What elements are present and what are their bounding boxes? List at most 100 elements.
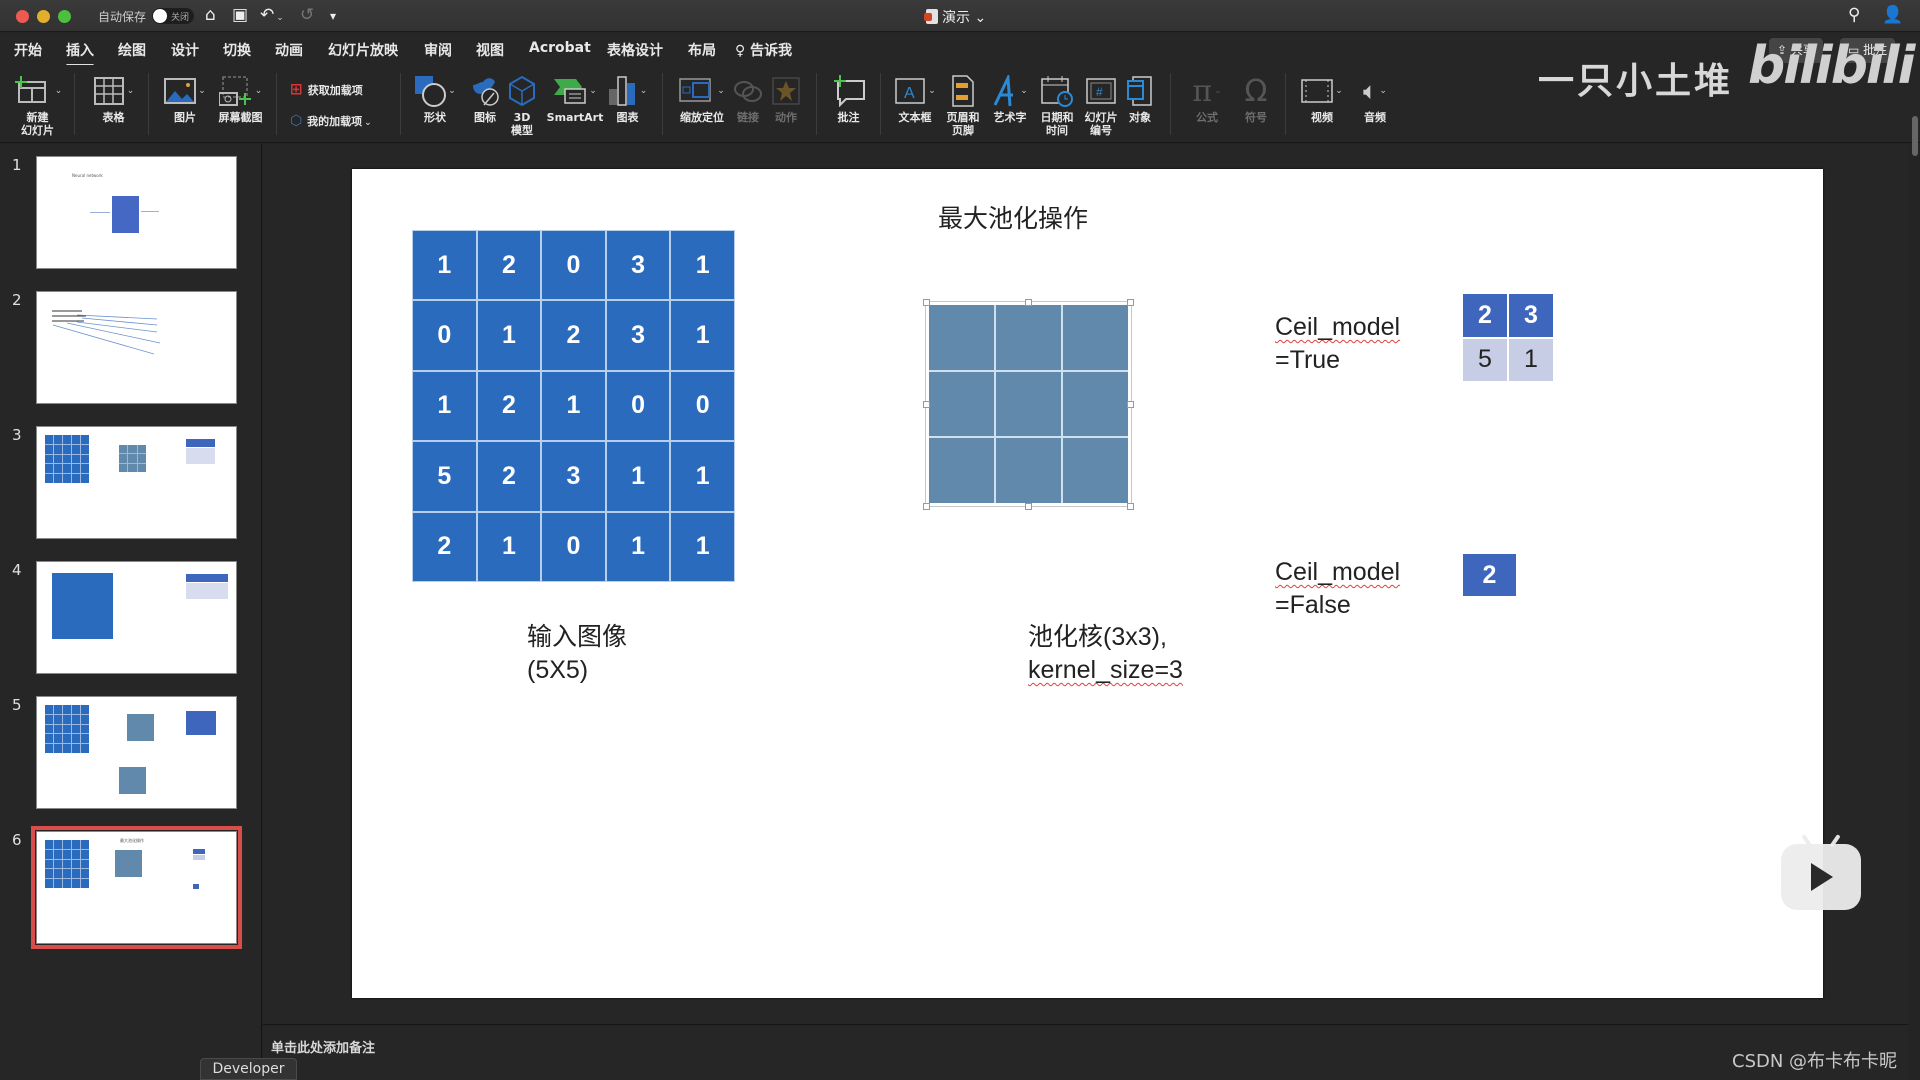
- input-image-caption[interactable]: 输入图像 (5X5): [527, 621, 627, 687]
- input-grid-cell[interactable]: 3: [606, 301, 670, 370]
- screenshot-button[interactable]: ⌄ 屏幕截图: [213, 71, 268, 124]
- object-button[interactable]: 对象: [1122, 71, 1158, 124]
- notes-pane[interactable]: 单击此处添加备注: [263, 1024, 1908, 1080]
- input-grid-cell[interactable]: 1: [413, 371, 476, 441]
- resize-handle[interactable]: [1025, 299, 1032, 306]
- search-icon[interactable]: ⚲: [1848, 5, 1860, 25]
- ceil-true-caption[interactable]: Ceil_model =True: [1275, 311, 1400, 377]
- tab-draw[interactable]: 绘图: [118, 40, 146, 60]
- input-grid-cell[interactable]: 0: [413, 301, 476, 370]
- slide-thumbnail[interactable]: [36, 426, 237, 539]
- table-button[interactable]: ⌄ 表格: [86, 71, 141, 124]
- slide-title[interactable]: 最大池化操作: [938, 199, 1088, 235]
- tab-layout[interactable]: 布局: [688, 40, 716, 60]
- tab-view[interactable]: 视图: [476, 40, 504, 60]
- picture-button[interactable]: ⌄ 图片: [160, 71, 210, 124]
- close-window-button[interactable]: [16, 10, 29, 23]
- output-grid-cell[interactable]: 2: [1463, 294, 1507, 337]
- autosave-toggle[interactable]: 关闭: [152, 8, 194, 24]
- input-grid-cell[interactable]: 2: [542, 301, 605, 370]
- resize-handle[interactable]: [1127, 299, 1134, 306]
- tab-table-design[interactable]: 表格设计: [607, 40, 663, 60]
- input-grid-cell[interactable]: 3: [542, 442, 605, 511]
- slide-thumbnails-pane[interactable]: 1 Neural network 2 3 4 5 6 最大池化操作: [0, 144, 262, 1080]
- tell-me[interactable]: ♀ 告诉我: [735, 40, 792, 60]
- tab-home[interactable]: 开始: [14, 40, 42, 60]
- customize-toolbar-icon[interactable]: ▾: [330, 9, 336, 23]
- input-grid-cell[interactable]: 2: [477, 371, 541, 441]
- input-grid-cell[interactable]: 1: [606, 442, 670, 511]
- slide-thumbnail[interactable]: [36, 696, 237, 809]
- link-button[interactable]: 链接: [732, 71, 764, 124]
- input-grid-cell[interactable]: 1: [671, 301, 734, 370]
- input-grid-cell[interactable]: 2: [477, 231, 541, 300]
- tab-acrobat[interactable]: Acrobat: [529, 40, 591, 56]
- kernel-caption[interactable]: 池化核(3x3), kernel_size=3: [1028, 621, 1183, 687]
- input-grid-cell[interactable]: 2: [413, 512, 476, 581]
- minimize-window-button[interactable]: [37, 10, 50, 23]
- date-time-button[interactable]: 日期和 时间: [1036, 71, 1078, 137]
- developer-tab[interactable]: Developer: [200, 1058, 297, 1080]
- tab-transitions[interactable]: 切换: [223, 40, 251, 60]
- input-grid-cell[interactable]: 0: [542, 231, 605, 300]
- shapes-button[interactable]: ⌄ 形状: [410, 71, 460, 124]
- tab-animations[interactable]: 动画: [275, 40, 303, 60]
- input-grid-cell[interactable]: 2: [477, 442, 541, 511]
- slide-thumbnail[interactable]: [36, 291, 237, 404]
- resize-handle[interactable]: [923, 503, 930, 510]
- notes-placeholder[interactable]: 单击此处添加备注: [271, 1037, 375, 1056]
- tab-design[interactable]: 设计: [171, 40, 199, 60]
- input-grid-cell[interactable]: 3: [606, 231, 670, 300]
- resize-handle[interactable]: [923, 401, 930, 408]
- output-grid-cell[interactable]: 5: [1463, 338, 1507, 381]
- input-grid-cell[interactable]: 1: [477, 301, 541, 370]
- input-grid-cell[interactable]: 1: [606, 512, 670, 581]
- ceil-true-output-grid[interactable]: 2351: [1463, 294, 1553, 381]
- output-grid-cell[interactable]: 2: [1463, 554, 1516, 596]
- input-grid-cell[interactable]: 1: [542, 371, 605, 441]
- zoom-window-button[interactable]: [58, 10, 71, 23]
- comment-button[interactable]: 批注: [826, 71, 871, 124]
- chart-button[interactable]: ⌄ 图表: [605, 71, 650, 124]
- 3d-models-button[interactable]: 3D 模型: [507, 71, 537, 137]
- resize-handle[interactable]: [1025, 503, 1032, 510]
- ceil-false-output-grid[interactable]: 2: [1463, 554, 1516, 596]
- resize-handle[interactable]: [923, 299, 930, 306]
- ceil-false-caption[interactable]: Ceil_model =False: [1275, 556, 1400, 622]
- current-slide[interactable]: 最大池化操作 1203101231121005231121011 输入图像 (5…: [352, 169, 1823, 998]
- wordart-button[interactable]: ⌄ 艺术字: [988, 71, 1032, 124]
- tab-review[interactable]: 审阅: [424, 40, 452, 60]
- get-addins-button[interactable]: ⊞ 获取加载项: [290, 80, 363, 98]
- save-icon[interactable]: ▣: [232, 5, 248, 25]
- equation-button[interactable]: π ⌄ 公式: [1182, 71, 1232, 125]
- input-grid-cell[interactable]: 5: [413, 442, 476, 511]
- header-footer-button[interactable]: 页眉和 页脚: [942, 71, 984, 137]
- home-icon[interactable]: ⌂: [205, 5, 216, 25]
- smartart-button[interactable]: ⌄ SmartArt: [545, 71, 605, 124]
- resize-handle[interactable]: [1127, 503, 1134, 510]
- input-grid-cell[interactable]: 1: [671, 512, 734, 581]
- input-grid-cell[interactable]: 1: [671, 442, 734, 511]
- pooling-kernel-table[interactable]: [929, 305, 1128, 503]
- textbox-button[interactable]: A ⌄ 文本框: [890, 71, 940, 124]
- input-grid-cell[interactable]: 1: [671, 231, 734, 300]
- audio-button[interactable]: 🔈︎ ⌄ 音频: [1352, 71, 1398, 124]
- symbol-button[interactable]: Ω 符号: [1236, 71, 1276, 125]
- input-image-grid[interactable]: 1203101231121005231121011: [412, 230, 735, 582]
- account-icon[interactable]: 👤: [1882, 5, 1903, 25]
- slide-thumbnail-selected[interactable]: 最大池化操作: [31, 826, 242, 949]
- zoom-button[interactable]: ⌄ 缩放定位: [672, 71, 732, 124]
- slide-number-button[interactable]: # 幻灯片 编号: [1080, 71, 1122, 137]
- input-grid-cell[interactable]: 1: [413, 231, 476, 300]
- output-grid-cell[interactable]: 1: [1509, 338, 1553, 381]
- vertical-scrollbar[interactable]: [1912, 116, 1918, 156]
- input-grid-cell[interactable]: 0: [542, 512, 605, 581]
- video-button[interactable]: ⌄ 视频: [1297, 71, 1347, 124]
- undo-icon[interactable]: ↶ ⌄: [260, 5, 284, 25]
- slide-thumbnail[interactable]: [36, 561, 237, 674]
- document-title[interactable]: 演示 ⌄: [924, 7, 986, 27]
- resize-handle[interactable]: [1127, 401, 1134, 408]
- tab-insert[interactable]: 插入: [66, 40, 94, 67]
- output-grid-cell[interactable]: 3: [1509, 294, 1553, 337]
- input-grid-cell[interactable]: 0: [606, 371, 670, 441]
